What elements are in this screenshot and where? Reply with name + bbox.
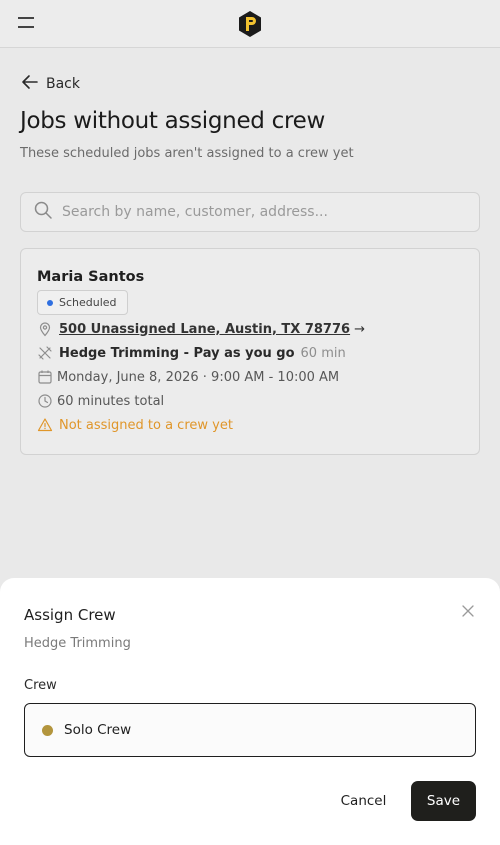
date-row: Monday, June 8, 2026 · 9:00 AM - 10:00 A… (37, 369, 339, 385)
arrow-left-icon (20, 72, 40, 96)
hamburger-menu-icon[interactable] (18, 17, 34, 29)
back-label: Back (46, 76, 80, 92)
save-button[interactable]: Save (411, 781, 476, 821)
search-input[interactable] (62, 204, 462, 220)
crew-warning: Not assigned to a crew yet (59, 417, 233, 433)
calendar-icon (37, 369, 53, 385)
total-duration-row: 60 minutes total (37, 393, 164, 409)
top-bar (0, 0, 500, 48)
total-duration: 60 minutes total (57, 393, 165, 409)
job-card[interactable]: Maria Santos Scheduled 500 Unassigned La… (20, 248, 480, 455)
crew-color-dot-icon (42, 724, 53, 736)
service-name: Hedge Trimming - Pay as you go (59, 345, 295, 361)
crew-select[interactable]: Solo Crew (24, 703, 476, 757)
close-icon[interactable] (460, 603, 476, 619)
customer-name: Maria Santos (37, 269, 145, 285)
assign-crew-sheet: Assign Crew Hedge Trimming Crew Solo Cre… (0, 578, 500, 845)
address-link[interactable]: 500 Unassigned Lane, Austin, TX 78776 (59, 322, 350, 337)
sheet-subtitle: Hedge Trimming (24, 636, 131, 651)
back-link[interactable]: Back (20, 72, 80, 96)
clock-icon (37, 393, 53, 409)
status-badge: Scheduled (37, 290, 128, 315)
service-duration: 60 min (300, 345, 346, 361)
cancel-button[interactable]: Cancel (330, 781, 397, 821)
status-label: Scheduled (59, 296, 117, 309)
sheet-title: Assign Crew (24, 606, 116, 624)
page-subtitle: These scheduled jobs aren't assigned to … (20, 146, 354, 161)
address-row: 500 Unassigned Lane, Austin, TX 78776 → (37, 321, 365, 337)
status-dot-icon (47, 299, 53, 306)
crew-selected-value: Solo Crew (64, 722, 132, 738)
brand-logo-icon[interactable] (237, 10, 263, 38)
arrow-right-icon[interactable]: → (354, 322, 365, 337)
map-pin-icon (37, 321, 53, 337)
search-icon (33, 200, 53, 224)
tools-icon (37, 345, 53, 361)
date-time: Monday, June 8, 2026 · 9:00 AM - 10:00 A… (57, 369, 340, 385)
warning-row: Not assigned to a crew yet (37, 417, 233, 433)
service-row: Hedge Trimming - Pay as you go 60 min (37, 345, 346, 361)
search-bar (20, 192, 480, 232)
crew-field-label: Crew (24, 678, 57, 693)
page-title: Jobs without assigned crew (20, 108, 325, 134)
warning-triangle-icon (37, 417, 53, 433)
